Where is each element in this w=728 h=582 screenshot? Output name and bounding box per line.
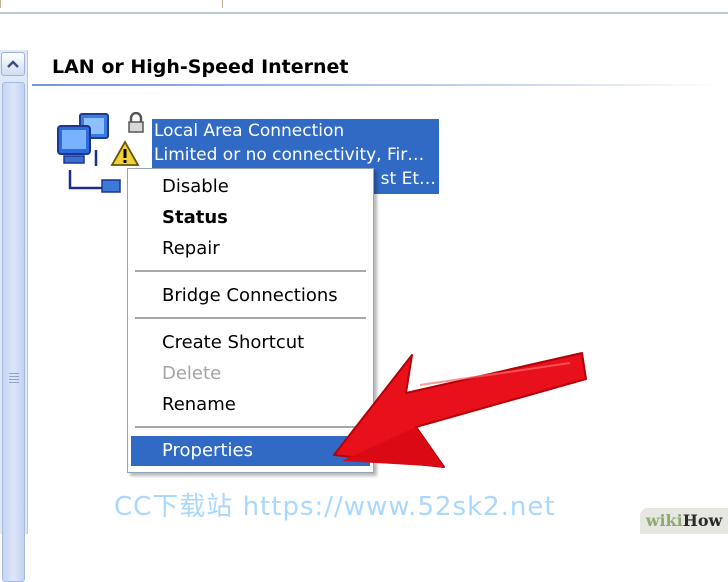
site-watermark: CC下载站 https://www.52sk2.net	[114, 492, 556, 522]
connection-name: Local Area Connection	[154, 121, 345, 141]
scroll-grip-icon	[9, 373, 19, 385]
menu-item-status[interactable]: Status	[131, 203, 370, 233]
top-divider-right	[222, 0, 223, 8]
scroll-thumb[interactable]	[2, 82, 25, 582]
lock-icon	[128, 112, 144, 133]
menu-separator	[135, 270, 366, 273]
group-header: LAN or High-Speed Internet	[52, 56, 349, 78]
wikihow-logo-part2: How	[682, 511, 723, 530]
window-top-strip	[0, 0, 728, 14]
wikihow-badge: wikiHow	[640, 508, 728, 534]
menu-separator	[135, 317, 366, 320]
vertical-scrollbar[interactable]	[0, 50, 28, 582]
scroll-up-arrow-icon	[7, 60, 19, 68]
menu-item-disable[interactable]: Disable	[131, 172, 370, 202]
wikihow-logo-part1: wiki	[645, 511, 683, 530]
red-arrow-icon	[333, 352, 587, 468]
warning-icon	[110, 140, 140, 166]
connection-status: Limited or no connectivity, Fir…	[154, 145, 425, 165]
menu-item-repair[interactable]: Repair	[131, 234, 370, 264]
group-header-rule	[32, 84, 722, 86]
scroll-up-button[interactable]	[1, 52, 25, 76]
menu-item-bridge-connections[interactable]: Bridge Connections	[131, 281, 370, 311]
top-divider-left	[0, 0, 1, 8]
